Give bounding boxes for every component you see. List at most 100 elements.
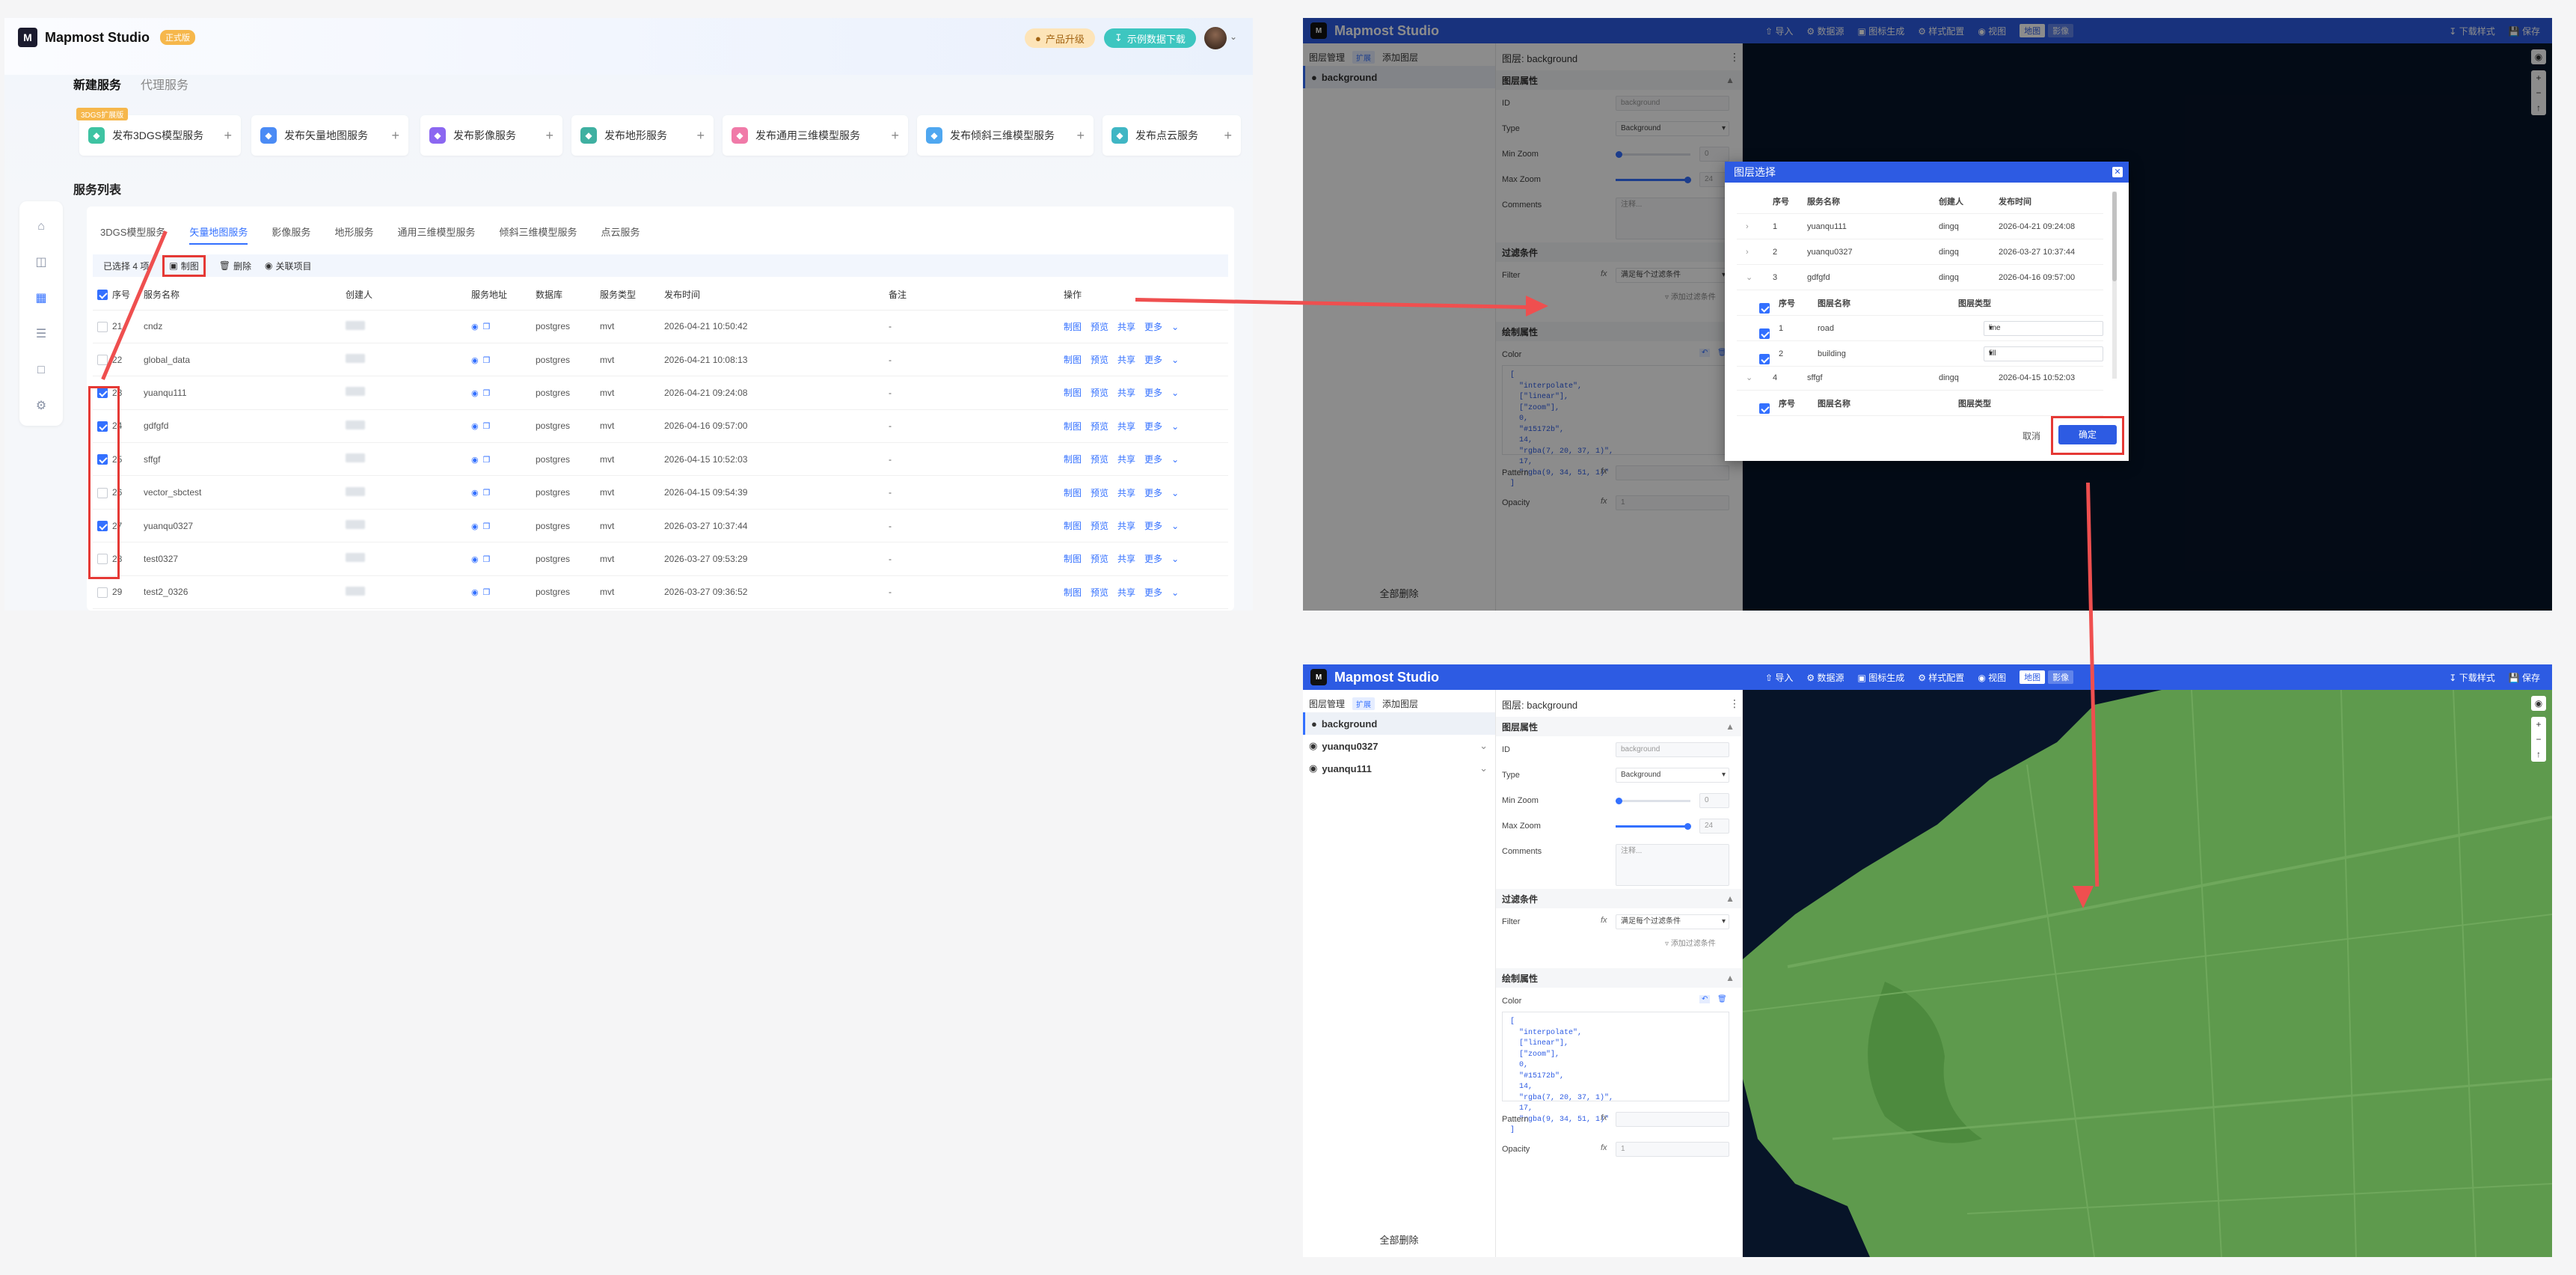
section-paint[interactable]: 绘制属性 ▲ <box>1496 968 1742 988</box>
copy-icon[interactable]: ❐ <box>483 555 491 564</box>
app-logo[interactable]: M Mapmost Studio 正式版 <box>18 28 195 47</box>
icon-gen-menu[interactable]: ▣ 图标生成 <box>1858 671 1905 684</box>
tab-service-type[interactable]: 通用三维模型服务 <box>397 224 475 245</box>
row-checkbox[interactable] <box>1759 353 1770 364</box>
copy-icon[interactable]: ❐ <box>483 322 491 331</box>
function-icon[interactable]: fx <box>1601 1143 1607 1152</box>
section-filter[interactable]: 过滤条件 ▲ <box>1496 889 1742 908</box>
table-row[interactable]: 22 global_data ◉ ❐ postgres mvt 2026-04-21 10:… <box>93 343 1228 377</box>
layer-type-select[interactable]: fill ▾ <box>1984 346 2103 361</box>
row-action-link[interactable]: 制图 <box>1064 554 1082 564</box>
location-icon[interactable]: ◉ <box>2531 696 2546 711</box>
table-row[interactable]: 21 cndz ◉ ❐ postgres mvt 2026-04-21 10:50:42- 制… <box>93 310 1228 343</box>
sublayer-row[interactable]: 1 road line ▾ <box>1737 316 2103 341</box>
row-action-link[interactable]: 更多 <box>1144 488 1162 498</box>
eye-icon[interactable]: ◉ <box>471 522 479 531</box>
tab-service-type[interactable]: 倾斜三维模型服务 <box>499 224 577 245</box>
row-action-link[interactable]: 共享 <box>1117 454 1135 465</box>
minzoom-input[interactable]: 0 <box>1699 793 1729 808</box>
chevron-down-icon[interactable]: ⌄ <box>1171 454 1179 465</box>
row-action-link[interactable]: 更多 <box>1144 322 1162 332</box>
view-menu[interactable]: ◉ 视图 <box>1978 671 2006 684</box>
trash-icon[interactable]: 🗑 <box>1717 995 1727 1003</box>
row-action-link[interactable]: 更多 <box>1144 554 1162 564</box>
plus-icon[interactable]: + <box>224 128 232 144</box>
row-action-link[interactable]: 预览 <box>1091 421 1108 432</box>
eye-icon[interactable]: ◉ <box>471 422 479 431</box>
table-row[interactable]: 28 test0327 ◉ ❐ postgres mvt 2026-03-27 09:53:… <box>93 542 1228 576</box>
eye-icon[interactable]: ◉ <box>471 588 479 597</box>
delete-all-button[interactable]: 全部删除 <box>1303 1232 1495 1247</box>
confirm-button[interactable]: 确定 <box>2058 425 2117 444</box>
row-action-link[interactable]: 制图 <box>1064 587 1082 598</box>
chevron-right-icon[interactable]: › <box>1746 222 1749 231</box>
dialog-scrollbar[interactable] <box>2112 192 2117 379</box>
user-avatar[interactable] <box>1204 27 1227 49</box>
plus-icon[interactable]: + <box>545 128 553 144</box>
chevron-down-icon[interactable]: ⌄ <box>1171 388 1179 398</box>
studio-brand[interactable]: M Mapmost Studio <box>1310 669 1439 685</box>
row-action-link[interactable]: 共享 <box>1117 421 1135 432</box>
copy-icon[interactable]: ❐ <box>483 422 491 431</box>
map-icon[interactable]: ☰ <box>34 327 49 342</box>
copy-icon[interactable]: ❐ <box>483 456 491 465</box>
section-layer-props[interactable]: 图层属性 ▲ <box>1496 717 1742 736</box>
eye-icon[interactable]: ◉ <box>471 322 479 331</box>
chevron-down-icon[interactable]: ⌄ <box>1746 373 1752 382</box>
tab-add-layer[interactable]: 添加图层 <box>1382 697 1418 710</box>
row-action-link[interactable]: 预览 <box>1091 355 1108 365</box>
copy-icon[interactable]: ❐ <box>483 588 491 597</box>
comments-textarea[interactable]: 注释... <box>1616 844 1729 886</box>
table-row[interactable]: 29 test2_0326 ◉ ❐ postgres mvt 2026-03-27 09:3… <box>93 575 1228 610</box>
layer-item-background[interactable]: ● background <box>1303 712 1495 735</box>
minzoom-handle[interactable] <box>1616 798 1622 804</box>
tab-proxy-service[interactable]: 代理服务 <box>141 75 188 93</box>
tab-service-type[interactable]: 点云服务 <box>601 224 640 245</box>
view-mode-toggle[interactable]: 地图 影像 <box>2020 670 2074 684</box>
function-icon[interactable]: fx <box>1601 1113 1607 1122</box>
database-icon[interactable]: ◫ <box>34 255 49 270</box>
dialog-scrollbar-thumb[interactable] <box>2112 192 2117 281</box>
chevron-down-icon[interactable]: ⌄ <box>1479 740 1488 752</box>
map-making-button[interactable]: ▣ 制图 <box>162 254 206 277</box>
copy-icon[interactable]: ❐ <box>483 356 491 365</box>
publish-card[interactable]: ◆ 发布矢量地图服务 + <box>251 115 408 156</box>
chevron-down-icon[interactable]: ⌄ <box>1171 587 1179 598</box>
row-action-link[interactable]: 共享 <box>1117 388 1135 398</box>
eye-icon[interactable]: ◉ <box>471 389 479 398</box>
row-action-link[interactable]: 预览 <box>1091 388 1108 398</box>
row-action-link[interactable]: 共享 <box>1117 488 1135 498</box>
row-action-link[interactable]: 更多 <box>1144 587 1162 598</box>
datasource-menu[interactable]: ⚙ 数据源 <box>1806 671 1844 684</box>
publish-card[interactable]: ◆ 发布地形服务 + <box>571 115 714 156</box>
more-vertical-icon[interactable]: ⋮ <box>1729 697 1740 710</box>
row-action-link[interactable]: 预览 <box>1091 322 1108 332</box>
chevron-down-icon[interactable]: ⌄ <box>1171 521 1179 531</box>
eye-icon[interactable]: ◉ <box>471 356 479 365</box>
publish-card[interactable]: ◆ 发布3DGS模型服务 + <box>79 115 241 156</box>
row-checkbox[interactable] <box>97 355 108 365</box>
publish-card[interactable]: ◆ 发布通用三维模型服务 + <box>723 115 908 156</box>
view-mode-map[interactable]: 地图 <box>2020 670 2046 684</box>
row-action-link[interactable]: 更多 <box>1144 454 1162 465</box>
chevron-down-icon[interactable]: ⌄ <box>1171 554 1179 564</box>
publish-card[interactable]: ◆ 发布影像服务 + <box>420 115 562 156</box>
select-all-checkbox[interactable] <box>97 290 108 301</box>
row-checkbox[interactable] <box>97 321 108 332</box>
layer-item-yuanqu111[interactable]: ◉ yuanqu111 ⌄ <box>1303 757 1495 780</box>
publish-card[interactable]: ◆ 发布点云服务 + <box>1103 115 1241 156</box>
gear-icon[interactable]: ⚙ <box>34 399 49 414</box>
plus-icon[interactable]: + <box>1224 128 1232 144</box>
maxzoom-slider[interactable] <box>1616 825 1690 828</box>
cancel-button[interactable]: 取消 <box>2023 429 2040 442</box>
chevron-down-icon[interactable]: ⌄ <box>1171 355 1179 365</box>
table-row[interactable]: 25 sffgf ◉ ❐ postgres mvt 2026-04-15 10:52:03-… <box>93 442 1228 477</box>
service-row[interactable]: ⌄ 3 gdfgfd dingq 2026-04-16 09:57:00 <box>1737 265 2103 290</box>
row-action-link[interactable]: 制图 <box>1064 388 1082 398</box>
table-row[interactable]: 23 yuanqu111 ◉ ❐ postgres mvt 2026-04-21 09:24… <box>93 376 1228 410</box>
eye-icon[interactable]: ◉ <box>471 489 479 498</box>
layer-type-select[interactable]: line ▾ <box>1984 321 2103 336</box>
zoom-control[interactable]: + − ↑ <box>2531 717 2546 762</box>
row-action-link[interactable]: 预览 <box>1091 554 1108 564</box>
layer-item-yuanqu0327[interactable]: ◉ yuanqu0327 ⌄ <box>1303 735 1495 757</box>
